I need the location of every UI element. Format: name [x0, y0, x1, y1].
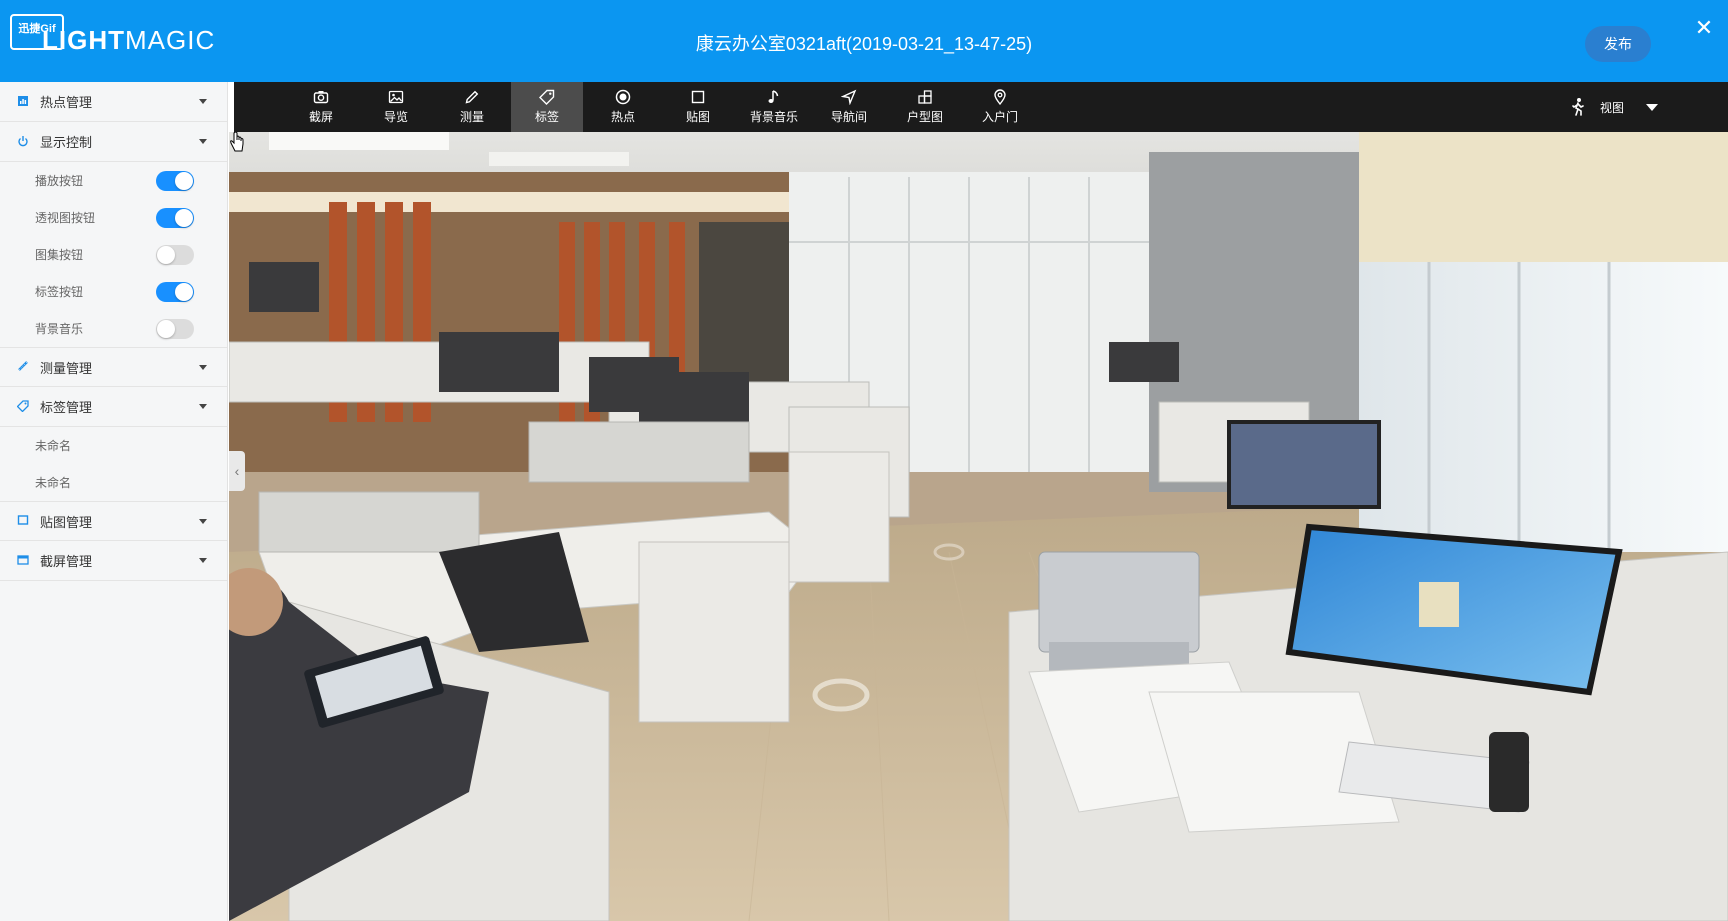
tool-label: 测量: [459, 110, 484, 124]
image-icon: [388, 90, 404, 104]
navigation-arrow-icon: [841, 89, 857, 105]
walking-person-icon[interactable]: [1568, 97, 1588, 117]
sidebar-section-screenshots[interactable]: 截屏管理: [0, 541, 227, 581]
tool-label: 导览: [383, 110, 408, 124]
sidebar-section-label: 标签管理: [40, 400, 93, 415]
sidebar-section-label: 测量管理: [40, 360, 93, 376]
chevron-down-icon: [199, 558, 207, 563]
chevron-down-icon: [199, 99, 207, 104]
background-music-toggle[interactable]: [156, 319, 194, 339]
sidebar-section-label: 截屏管理: [40, 554, 93, 569]
sidebar-collapse-handle[interactable]: ‹: [229, 451, 245, 491]
location-pin-icon: [994, 89, 1006, 105]
tool-navigation[interactable]: 导航间: [813, 82, 885, 132]
tool-label: 背景音乐: [749, 110, 798, 124]
chevron-down-icon: [199, 519, 207, 524]
ruler-icon: [16, 360, 30, 374]
tool-measure[interactable]: 测量: [436, 82, 508, 132]
toggle-label: 图集按钮: [35, 248, 84, 262]
publish-button[interactable]: 发布: [1585, 26, 1651, 62]
tool-label: 截屏: [308, 110, 333, 124]
tool-label: 热点: [610, 110, 635, 124]
power-icon: [16, 135, 30, 149]
hand-cursor-icon: [230, 132, 244, 152]
gallery-button-toggle[interactable]: [156, 245, 194, 265]
tool-label: 入户门: [981, 110, 1018, 124]
sidebar-section-display-control[interactable]: 显示控制: [0, 122, 227, 162]
tool-hotspot[interactable]: 热点: [587, 82, 659, 132]
toggle-knob: [175, 209, 193, 227]
toggle-label: 透视图按钮: [35, 211, 96, 225]
camera-icon: [313, 91, 329, 104]
tool-sticker[interactable]: 贴图: [662, 82, 734, 132]
sidebar-section-measurement[interactable]: 测量管理: [0, 347, 227, 387]
tool-background-music[interactable]: 背景音乐: [738, 82, 810, 132]
display-control-perspective-button: 透视图按钮: [0, 199, 227, 236]
tool-label: 标签: [534, 110, 559, 124]
sidebar-section-stickers[interactable]: 贴图管理: [0, 501, 227, 541]
display-control-tag-button: 标签按钮: [0, 273, 227, 310]
view-mode-label[interactable]: 视图: [1600, 99, 1624, 116]
sidebar: 热点管理 显示控制 播放按钮 透视图按钮 图集按钮 标签按钮 背景音乐 测量管理: [0, 82, 228, 921]
tool-guide[interactable]: 导览: [360, 82, 432, 132]
screenshot-icon: [16, 554, 30, 568]
music-note-icon: [768, 90, 779, 103]
editor-toolbar: 截屏 导览 测量 标签 热点 贴图 背景音乐 导航间 户型图 入户门 视图: [234, 82, 1728, 132]
tag-icon: [539, 89, 555, 105]
floorplan-icon: [918, 90, 932, 104]
tag-button-toggle[interactable]: [156, 282, 194, 302]
tag-list-item[interactable]: 未命名: [0, 464, 227, 501]
panorama-viewport[interactable]: [229, 132, 1728, 921]
play-button-toggle[interactable]: [156, 171, 194, 191]
app-header: 迅捷Gif LIGHTMAGIC 康云办公室0321aft(2019-03-21…: [0, 0, 1728, 82]
tool-tag[interactable]: 标签: [511, 82, 583, 132]
tool-label: 户型图: [906, 110, 943, 124]
office-panorama-image: [229, 132, 1728, 921]
bar-chart-icon: [16, 95, 30, 109]
perspective-button-toggle[interactable]: [156, 208, 194, 228]
display-control-gallery-button: 图集按钮: [0, 236, 227, 273]
tool-entrance[interactable]: 入户门: [964, 82, 1036, 132]
sidebar-section-label: 贴图管理: [40, 514, 93, 530]
pencil-icon: [465, 90, 479, 104]
toggle-knob: [175, 172, 193, 190]
tag-icon: [16, 399, 30, 414]
chevron-down-icon: [199, 404, 207, 409]
tool-label: 导航间: [830, 110, 867, 124]
toggle-label: 背景音乐: [35, 322, 84, 336]
tool-floorplan[interactable]: 户型图: [889, 82, 961, 132]
tool-label: 贴图: [685, 110, 710, 124]
square-icon: [691, 90, 705, 104]
tag-list-item[interactable]: 未命名: [0, 427, 227, 464]
tool-screenshot[interactable]: 截屏: [285, 82, 357, 132]
chevron-down-icon: [199, 139, 207, 144]
chevron-down-icon[interactable]: [1646, 104, 1658, 111]
sidebar-section-tags[interactable]: 标签管理: [0, 387, 227, 427]
sidebar-section-label: 热点管理: [40, 95, 93, 110]
toggle-label: 标签按钮: [35, 285, 84, 299]
display-control-background-music: 背景音乐: [0, 310, 227, 347]
toggle-label: 播放按钮: [35, 174, 84, 188]
project-title: 康云办公室0321aft(2019-03-21_13-47-25): [695, 34, 1033, 54]
hotspot-icon: [615, 89, 631, 105]
toggle-knob: [157, 246, 175, 264]
display-control-play-button: 播放按钮: [0, 162, 227, 199]
square-icon: [16, 514, 30, 528]
close-icon[interactable]: ✕: [1692, 16, 1716, 40]
toggle-knob: [157, 320, 175, 338]
sidebar-section-label: 显示控制: [40, 135, 93, 150]
toggle-knob: [175, 283, 193, 301]
sidebar-section-hotspots[interactable]: 热点管理: [0, 82, 227, 122]
chevron-down-icon: [199, 365, 207, 370]
